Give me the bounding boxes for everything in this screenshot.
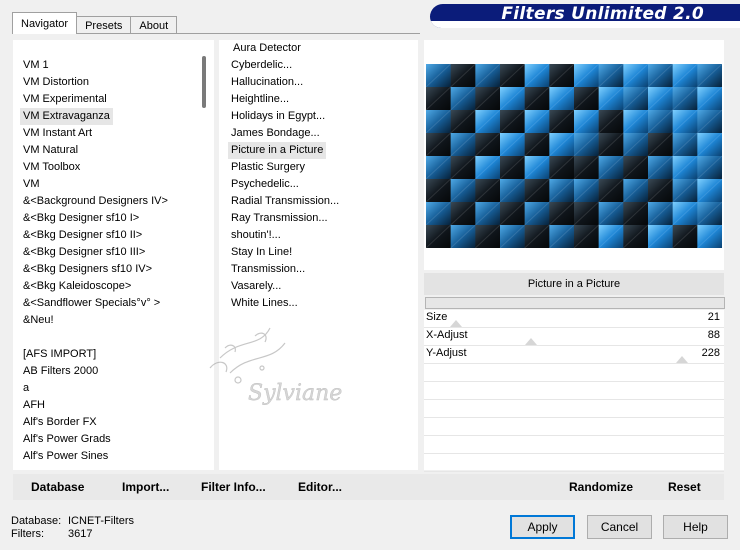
param-name: Size	[426, 311, 448, 323]
help-button[interactable]: Help	[663, 515, 728, 539]
param-name: X-Adjust	[426, 329, 468, 341]
category-item[interactable]: &<Sandflower Specials°v° >	[20, 295, 163, 312]
apply-button[interactable]: Apply	[510, 515, 575, 539]
editor-button-label: Editor...	[298, 480, 343, 494]
filter-item[interactable]: Aura Detector	[230, 40, 304, 57]
filter-item[interactable]: Hallucination...	[228, 74, 306, 91]
category-item[interactable]: &<Bkg Designer sf10 III>	[20, 244, 148, 261]
param-row	[424, 418, 724, 436]
category-item[interactable]: &<Bkg Designer sf10 II>	[20, 227, 145, 244]
param-value: 21	[707, 311, 720, 323]
category-list[interactable]: VM 1 VM Distortion VM Experimental VM Extra…	[13, 40, 197, 470]
filter-item[interactable]: Ray Transmission...	[228, 210, 331, 227]
category-item[interactable]: VM Natural	[20, 142, 81, 159]
filter-item[interactable]: Transmission...	[228, 261, 308, 278]
param-value: 88	[707, 329, 720, 341]
title-banner: Filters Unlimited 2.0	[430, 4, 740, 28]
reset-button[interactable]: Reset	[668, 480, 701, 494]
filter-info-button-label: Filter Info...	[201, 480, 266, 494]
status-area: Database: ICNET-Filters Filters: 3617	[11, 515, 134, 541]
param-row	[424, 436, 724, 454]
param-value: 228	[701, 347, 720, 359]
import-button[interactable]: Import...	[122, 480, 169, 494]
category-item[interactable]: VM Instant Art	[20, 125, 95, 142]
category-item[interactable]: &<Bkg Designers sf10 IV>	[20, 261, 155, 278]
filter-item[interactable]: shoutin'!...	[228, 227, 284, 244]
filter-item[interactable]: White Lines...	[228, 295, 301, 312]
status-filters-label: Filters:	[11, 528, 44, 540]
randomize-button[interactable]: Randomize	[569, 480, 633, 494]
parameter-panel: Size 21 X-Adjust 88 Y-Adjust 228	[424, 310, 724, 472]
category-item[interactable]: Alf's Power Sines	[20, 448, 111, 465]
category-item[interactable]: &<Bkg Kaleidoscope>	[20, 278, 134, 295]
watermark-logo: Sylviane	[209, 327, 343, 406]
category-item[interactable]: AFH	[20, 397, 48, 414]
category-item[interactable]: &<Background Designers IV>	[20, 193, 171, 210]
category-item[interactable]: Alf's Power Grads	[20, 431, 114, 448]
cancel-button[interactable]: Cancel	[587, 515, 652, 539]
filter-item[interactable]: James Bondage...	[228, 125, 323, 142]
database-button-label: Database	[31, 480, 85, 494]
param-row[interactable]: X-Adjust 88	[424, 328, 724, 346]
randomize-button-label: Randomize	[569, 480, 634, 494]
preview-filter-name: Picture in a Picture	[424, 273, 724, 295]
param-name: Y-Adjust	[426, 347, 467, 359]
category-item[interactable]: VM Experimental	[20, 91, 110, 108]
filter-item[interactable]: Stay In Line!	[228, 244, 295, 261]
category-item[interactable]: [AFS IMPORT]	[20, 346, 99, 363]
filter-item[interactable]: Radial Transmission...	[228, 193, 342, 210]
param-row	[424, 400, 724, 418]
tab-presets[interactable]: Presets	[76, 16, 132, 34]
category-item[interactable]: &Neu!	[20, 312, 57, 329]
param-slider-marker[interactable]	[525, 338, 537, 345]
status-database-value: ICNET-Filters	[68, 515, 134, 527]
tab-navigator[interactable]: Navigator	[12, 12, 78, 34]
param-slider-marker[interactable]	[450, 320, 462, 327]
category-item[interactable]: a	[20, 380, 32, 397]
progress-bar	[425, 297, 725, 309]
database-button[interactable]: Database	[31, 480, 84, 494]
tab-about[interactable]: About	[130, 16, 178, 34]
preview-image	[426, 64, 722, 248]
filter-item[interactable]: Heightline...	[228, 91, 292, 108]
reset-button-label: Reset	[668, 480, 701, 494]
filter-info-button[interactable]: Filter Info...	[201, 480, 266, 494]
filter-item[interactable]: Psychedelic...	[228, 176, 302, 193]
param-row[interactable]: Size 21	[424, 310, 724, 328]
category-item[interactable]	[20, 329, 26, 346]
filter-item[interactable]: Picture in a Picture	[228, 142, 327, 159]
category-scrollbar-thumb[interactable]	[202, 56, 206, 108]
filter-item[interactable]: Vasarely...	[228, 278, 284, 295]
param-row[interactable]: Y-Adjust 228	[424, 346, 724, 364]
svg-text:Sylviane: Sylviane	[248, 381, 342, 406]
status-database-label: Database:	[11, 515, 62, 527]
category-item[interactable]: AB Filters 2000	[20, 363, 101, 380]
param-row	[424, 454, 724, 472]
filter-item[interactable]: Cyberdelic...	[228, 57, 295, 74]
category-item[interactable]: VM Toolbox	[20, 159, 83, 176]
status-filters-value: 3617	[68, 528, 93, 540]
category-item[interactable]: VM 1	[20, 57, 52, 74]
category-item[interactable]: VM Extravaganza	[20, 108, 113, 125]
category-item[interactable]: &<Bkg Designer sf10 I>	[20, 210, 142, 227]
filter-item[interactable]: Plastic Surgery	[228, 159, 308, 176]
toolbar: Database Import... Filter Info... Editor…	[13, 474, 724, 500]
filter-item[interactable]: Holidays in Egypt...	[228, 108, 328, 125]
param-slider-marker[interactable]	[676, 356, 688, 363]
preview-pane	[424, 40, 724, 270]
category-item[interactable]: VM	[20, 176, 43, 193]
banner-title: Filters Unlimited 2.0	[501, 4, 704, 24]
category-item[interactable]: Alf's Border FX	[20, 414, 100, 431]
param-row	[424, 382, 724, 400]
tab-bar: Navigator Presets About	[12, 12, 178, 34]
import-button-label: Import...	[122, 480, 170, 494]
category-item[interactable]: VM Distortion	[20, 74, 92, 91]
editor-button[interactable]: Editor...	[298, 480, 342, 494]
param-row	[424, 364, 724, 382]
